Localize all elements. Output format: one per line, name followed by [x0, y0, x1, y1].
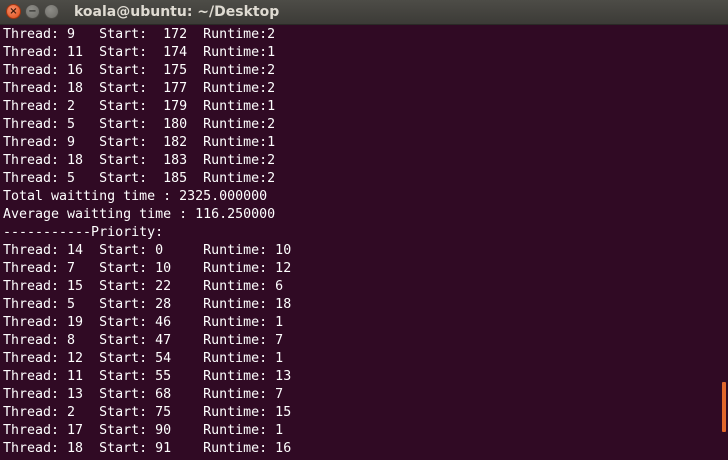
terminal-line: Thread: 2 Start: 179 Runtime:1	[3, 99, 276, 114]
terminal-line: Thread: 11 Start: 55 Runtime: 13	[3, 369, 292, 384]
minimize-button[interactable]: −	[25, 4, 40, 19]
terminal-line: Thread: 14 Start: 0 Runtime: 10	[3, 243, 292, 258]
terminal-line: Thread: 5 Start: 180 Runtime:2	[3, 117, 276, 132]
title-bar[interactable]: × − koala@ubuntu: ~/Desktop	[0, 0, 728, 25]
terminal-line: Thread: 12 Start: 54 Runtime: 1	[3, 351, 284, 366]
terminal-line: Thread: 17 Start: 90 Runtime: 1	[3, 423, 284, 438]
terminal-line: -----------Priority:	[3, 225, 164, 240]
maximize-button[interactable]	[44, 4, 59, 19]
terminal-line: Thread: 15 Start: 22 Runtime: 6	[3, 279, 284, 294]
terminal-line: Thread: 18 Start: 183 Runtime:2	[3, 153, 276, 168]
terminal-line: Thread: 5 Start: 28 Runtime: 18	[3, 297, 292, 312]
scrollbar-thumb[interactable]	[722, 382, 726, 432]
terminal-line: Average waitting time : 116.250000	[3, 207, 276, 222]
terminal-output[interactable]: Thread: 9 Start: 172 Runtime:2 Thread: 1…	[0, 26, 722, 460]
terminal-line: Thread: 8 Start: 47 Runtime: 7	[3, 333, 284, 348]
window-title: koala@ubuntu: ~/Desktop	[74, 4, 280, 20]
terminal-line: Total waitting time : 2325.000000	[3, 189, 268, 204]
terminal-line: Thread: 16 Start: 175 Runtime:2	[3, 63, 276, 78]
terminal-line: Thread: 13 Start: 68 Runtime: 7	[3, 387, 284, 402]
minimize-icon: −	[28, 6, 37, 17]
terminal-window: × − koala@ubuntu: ~/Desktop Thread: 9 St…	[0, 0, 728, 460]
terminal-line: Thread: 18 Start: 177 Runtime:2	[3, 81, 276, 96]
terminal-line: Thread: 19 Start: 46 Runtime: 1	[3, 315, 284, 330]
close-button[interactable]: ×	[6, 4, 21, 19]
terminal-line: Thread: 9 Start: 182 Runtime:1	[3, 135, 276, 150]
terminal-line: Thread: 9 Start: 172 Runtime:2	[3, 27, 276, 42]
terminal-line: Thread: 18 Start: 91 Runtime: 16	[3, 441, 292, 456]
terminal-line: Thread: 5 Start: 185 Runtime:2	[3, 171, 276, 186]
terminal-line: Thread: 11 Start: 174 Runtime:1	[3, 45, 276, 60]
terminal-line: Thread: 2 Start: 75 Runtime: 15	[3, 405, 292, 420]
terminal-line: Thread: 7 Start: 10 Runtime: 12	[3, 261, 292, 276]
close-icon: ×	[9, 6, 18, 17]
vertical-scrollbar[interactable]	[722, 26, 728, 460]
